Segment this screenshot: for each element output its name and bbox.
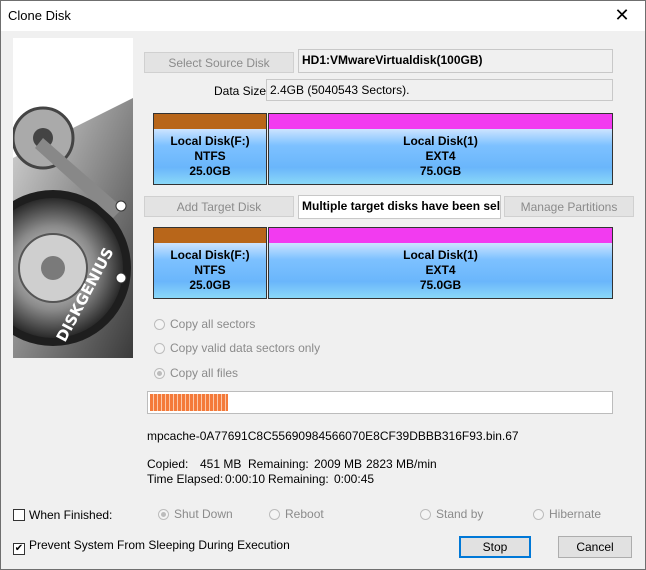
cancel-button[interactable]: Cancel xyxy=(558,536,632,558)
radio-circle[interactable] xyxy=(420,509,431,520)
source-partition[interactable]: Local Disk(1) EXT4 75.0GB xyxy=(268,113,613,185)
copy-option-radio[interactable]: Copy all files xyxy=(154,365,238,381)
partition-fs: NTFS xyxy=(194,149,226,163)
partition-size: 25.0GB xyxy=(189,164,231,178)
partition-color-band xyxy=(269,114,612,129)
when-finished-option-radio[interactable]: Stand by xyxy=(420,506,483,522)
radio-circle[interactable] xyxy=(154,343,165,354)
current-file-label: mpcache-0A77691C8C55690984566070E8CF39DB… xyxy=(147,429,519,443)
when-finished-label: When Finished: xyxy=(29,508,113,522)
select-source-disk-button[interactable]: Select Source Disk xyxy=(144,52,294,73)
remaining-size-value: 2009 MB xyxy=(314,457,363,471)
when-finished-option-radio[interactable]: Reboot xyxy=(269,506,324,522)
partition-name: Local Disk(1) xyxy=(403,134,478,148)
title-bar: Clone Disk ✕ xyxy=(1,1,645,31)
remaining-time-label: Remaining: xyxy=(268,472,329,486)
radio-circle[interactable] xyxy=(158,509,169,520)
partition-info: Local Disk(F:) NTFS 25.0GB xyxy=(154,129,266,184)
partition-info: Local Disk(1) EXT4 75.0GB xyxy=(269,243,612,298)
when-finished-option-radio[interactable]: Hibernate xyxy=(533,506,601,522)
when-finished-option-label: Hibernate xyxy=(549,507,602,521)
partition-size: 75.0GB xyxy=(419,164,462,178)
radio-circle[interactable] xyxy=(154,368,165,379)
copy-option-radio[interactable]: Copy all sectors xyxy=(154,316,255,332)
copy-option-label: Copy all files xyxy=(170,366,239,380)
close-icon[interactable]: ✕ xyxy=(599,1,645,31)
partition-fs: EXT4 xyxy=(425,149,456,163)
stop-button[interactable]: Stop xyxy=(459,536,531,558)
add-target-disk-button[interactable]: Add Target Disk xyxy=(144,196,294,217)
when-finished-option-radio[interactable]: Shut Down xyxy=(158,506,233,522)
partition-name: Local Disk(1) xyxy=(403,248,478,262)
partition-fs: EXT4 xyxy=(425,263,456,277)
target-partition[interactable]: Local Disk(F:) NTFS 25.0GB xyxy=(153,227,267,299)
copy-option-label: Copy all sectors xyxy=(170,317,256,331)
copied-label: Copied: xyxy=(147,457,189,471)
target-disk-field: Multiple target disks have been sele xyxy=(298,195,501,219)
radio-circle[interactable] xyxy=(533,509,544,520)
partition-name: Local Disk(F:) xyxy=(170,248,250,262)
progress-fill xyxy=(150,394,228,411)
when-finished-option-label: Shut Down xyxy=(174,507,233,521)
radio-circle[interactable] xyxy=(154,319,165,330)
manage-partitions-button[interactable]: Manage Partitions xyxy=(504,196,634,217)
prevent-sleep-box[interactable]: ✔ xyxy=(13,543,25,555)
copy-speed: 2823 MB/min xyxy=(366,457,437,471)
time-elapsed-value: 0:00:10 xyxy=(225,472,266,486)
prevent-sleep-label: Prevent System From Sleeping During Exec… xyxy=(29,538,290,552)
copy-option-label: Copy valid data sectors only xyxy=(170,341,321,355)
remaining-time-value: 0:00:45 xyxy=(334,472,375,486)
clone-disk-dialog: Clone Disk ✕ DISKGENIUS Select Source Di… xyxy=(0,0,646,570)
when-finished-checkbox[interactable]: When Finished: xyxy=(13,507,112,523)
copy-option-radio[interactable]: Copy valid data sectors only xyxy=(154,340,320,356)
partition-color-band xyxy=(154,228,266,243)
diskgenius-logo-image: DISKGENIUS xyxy=(0,38,133,358)
source-disk-field: HD1:VMwareVirtualdisk(100GB) xyxy=(298,49,613,73)
partition-size: 25.0GB xyxy=(189,278,231,292)
when-finished-box[interactable] xyxy=(13,509,25,521)
partition-color-band xyxy=(269,228,612,243)
progress-bar xyxy=(147,391,613,414)
partition-fs: NTFS xyxy=(194,263,226,277)
radio-circle[interactable] xyxy=(269,509,280,520)
data-size-value: 2.4GB (5040543 Sectors). xyxy=(266,79,613,101)
partition-info: Local Disk(1) EXT4 75.0GB xyxy=(269,129,612,184)
window-title: Clone Disk xyxy=(8,8,71,23)
source-partition[interactable]: Local Disk(F:) NTFS 25.0GB xyxy=(153,113,267,185)
partition-size: 75.0GB xyxy=(419,278,462,292)
data-size-label: Data Size: xyxy=(214,84,270,98)
partition-name: Local Disk(F:) xyxy=(170,134,250,148)
prevent-sleep-checkbox[interactable]: ✔ Prevent System From Sleeping During Exe… xyxy=(13,537,290,555)
target-partition[interactable]: Local Disk(1) EXT4 75.0GB xyxy=(268,227,613,299)
when-finished-option-label: Reboot xyxy=(285,507,324,521)
partition-info: Local Disk(F:) NTFS 25.0GB xyxy=(154,243,266,298)
hard-disk-illustration: DISKGENIUS xyxy=(0,98,133,358)
time-elapsed-label: Time Elapsed: xyxy=(147,472,224,486)
remaining-size-label: Remaining: xyxy=(248,457,309,471)
copied-value: 451 MB xyxy=(200,457,242,471)
when-finished-option-label: Stand by xyxy=(436,507,484,521)
partition-color-band xyxy=(154,114,266,129)
